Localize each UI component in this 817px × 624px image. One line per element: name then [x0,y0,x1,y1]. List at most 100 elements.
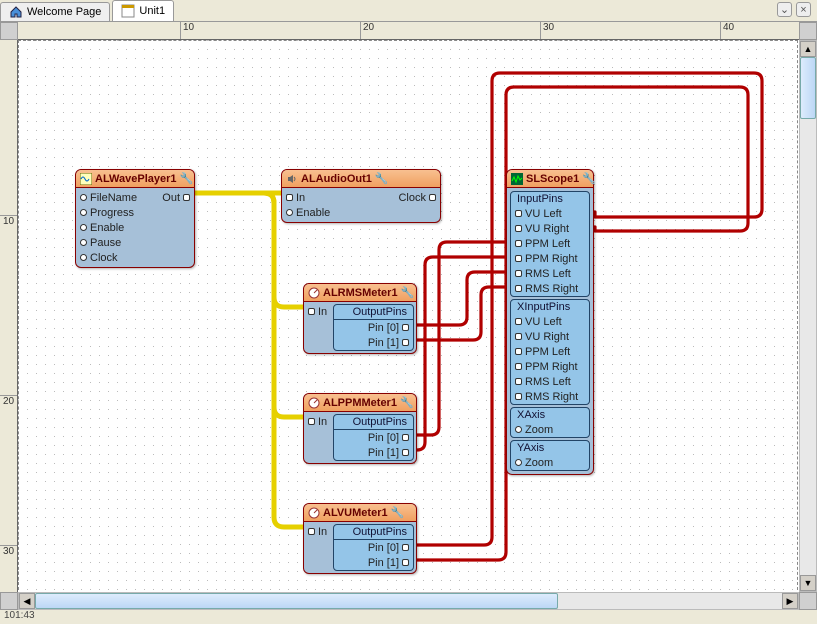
wrench-icon: 🔧 [391,506,405,519]
port-in[interactable]: Clock [76,250,158,265]
port-in[interactable]: PPM Left [511,344,589,359]
ruler-corner-br [799,592,817,610]
wrench-icon: 🔧 [180,172,194,185]
status-bar: 101:43 [0,610,39,624]
node-alwaveplayer[interactable]: ALWavePlayer1 🔧 FileName Progress Enable… [75,169,195,268]
port-out[interactable]: Pin [1] [334,335,413,350]
ruler-h-tick: 10 [180,22,194,39]
port-in[interactable]: RMS Right [511,281,589,296]
wrench-icon: 🔧 [582,172,596,185]
ruler-h-tick: 30 [540,22,554,39]
ruler-v-tick: 30 [0,545,17,557]
wrench-icon: 🔧 [400,396,414,409]
port-in[interactable]: In [304,414,331,429]
port-out[interactable]: Pin [1] [334,445,413,460]
app-window: Welcome Page Unit1 ⌄ × 10 20 30 40 10 20… [0,0,817,624]
port-in[interactable]: PPM Right [511,251,589,266]
node-title: ALWavePlayer1 [95,173,177,185]
yaxis-group: YAxis Zoom [510,440,590,471]
node-header[interactable]: ALVUMeter1 🔧 [304,504,416,522]
meter-icon [308,287,320,299]
node-title: ALRMSMeter1 [323,287,398,299]
port-in[interactable]: RMS Right [511,389,589,404]
node-alppmmeter[interactable]: ALPPMMeter1 🔧 In OutputPins Pin [0] Pin … [303,393,417,464]
node-title: ALPPMMeter1 [323,397,397,409]
output-pins-title: OutputPins [334,525,413,540]
scroll-thumb-v[interactable] [800,57,816,119]
scroll-right-button[interactable]: ▶ [782,593,798,609]
node-title: ALAudioOut1 [301,173,372,185]
tab-welcome[interactable]: Welcome Page [0,2,110,21]
port-in[interactable]: In [304,524,331,539]
port-in[interactable]: FileName [76,190,158,205]
home-icon [9,5,23,19]
meter-icon [308,507,320,519]
port-in[interactable]: In [282,190,394,205]
port-in[interactable]: RMS Left [511,374,589,389]
port-in[interactable]: Progress [76,205,158,220]
tab-controls: ⌄ × [777,2,811,17]
ruler-vertical[interactable]: 10 20 30 [0,40,18,592]
scrollbar-vertical[interactable]: ▲ ▼ [799,40,817,592]
canvas-viewport[interactable]: ALWavePlayer1 🔧 FileName Progress Enable… [18,40,799,592]
output-pins-title: OutputPins [334,305,413,320]
port-in[interactable]: PPM Left [511,236,589,251]
port-in[interactable]: Zoom [511,422,589,437]
port-in[interactable]: Enable [282,205,394,220]
ruler-horizontal[interactable]: 10 20 30 40 [18,22,799,40]
port-in[interactable]: In [304,304,331,319]
port-in[interactable]: VU Left [511,206,589,221]
output-pins-group: OutputPins Pin [0] Pin [1] [333,304,414,351]
node-alvumeter[interactable]: ALVUMeter1 🔧 In OutputPins Pin [0] Pin [… [303,503,417,574]
scroll-left-button[interactable]: ◀ [19,593,35,609]
tab-unit1-label: Unit1 [139,5,165,17]
port-out[interactable]: Clock [394,190,440,205]
ruler-corner-tr [799,22,817,40]
ruler-h-tick: 20 [360,22,374,39]
node-header[interactable]: SLScope1 🔧 [507,170,593,188]
tab-bar: Welcome Page Unit1 ⌄ × [0,0,817,22]
node-alaudioout[interactable]: ALAudioOut1 🔧 In Enable Clock [281,169,441,223]
port-in[interactable]: VU Right [511,329,589,344]
scroll-track-v[interactable] [800,57,816,575]
port-out[interactable]: Pin [0] [334,540,413,555]
port-in[interactable]: VU Left [511,314,589,329]
port-out[interactable]: Pin [0] [334,320,413,335]
ruler-corner-bl [0,592,18,610]
xinputpins-title: XInputPins [511,300,589,314]
node-header[interactable]: ALPPMMeter1 🔧 [304,394,416,412]
port-in[interactable]: RMS Left [511,266,589,281]
port-in[interactable]: VU Right [511,221,589,236]
output-pins-title: OutputPins [334,415,413,430]
scroll-track-h[interactable] [35,593,782,609]
scrollbar-horizontal[interactable]: ◀ ▶ [18,592,799,610]
scope-icon [511,173,523,185]
xaxis-title: XAxis [511,408,589,422]
port-in[interactable]: Enable [76,220,158,235]
node-alrmsmeter[interactable]: ALRMSMeter1 🔧 In OutputPins Pin [0] Pin … [303,283,417,354]
port-in[interactable]: Pause [76,235,158,250]
xaxis-group: XAxis Zoom [510,407,590,438]
node-header[interactable]: ALWavePlayer1 🔧 [76,170,194,188]
port-out[interactable]: Pin [0] [334,430,413,445]
tab-dropdown-button[interactable]: ⌄ [777,2,792,17]
node-header[interactable]: ALRMSMeter1 🔧 [304,284,416,302]
inputpins-title: InputPins [511,192,589,206]
speaker-icon [286,173,298,185]
output-pins-group: OutputPins Pin [0] Pin [1] [333,524,414,571]
output-pins-group: OutputPins Pin [0] Pin [1] [333,414,414,461]
meter-icon [308,397,320,409]
port-out[interactable]: Out [158,190,194,205]
design-canvas[interactable]: ALWavePlayer1 🔧 FileName Progress Enable… [18,40,798,592]
port-in[interactable]: Zoom [511,455,589,470]
tab-close-button[interactable]: × [796,2,811,17]
node-header[interactable]: ALAudioOut1 🔧 [282,170,440,188]
tab-unit1[interactable]: Unit1 [112,0,174,21]
node-slscope[interactable]: SLScope1 🔧 InputPins VU Left VU Right PP… [506,169,594,475]
scroll-thumb-h[interactable] [35,593,558,609]
node-title: ALVUMeter1 [323,507,388,519]
port-out[interactable]: Pin [1] [334,555,413,570]
scroll-up-button[interactable]: ▲ [800,41,816,57]
scroll-down-button[interactable]: ▼ [800,575,816,591]
port-in[interactable]: PPM Right [511,359,589,374]
